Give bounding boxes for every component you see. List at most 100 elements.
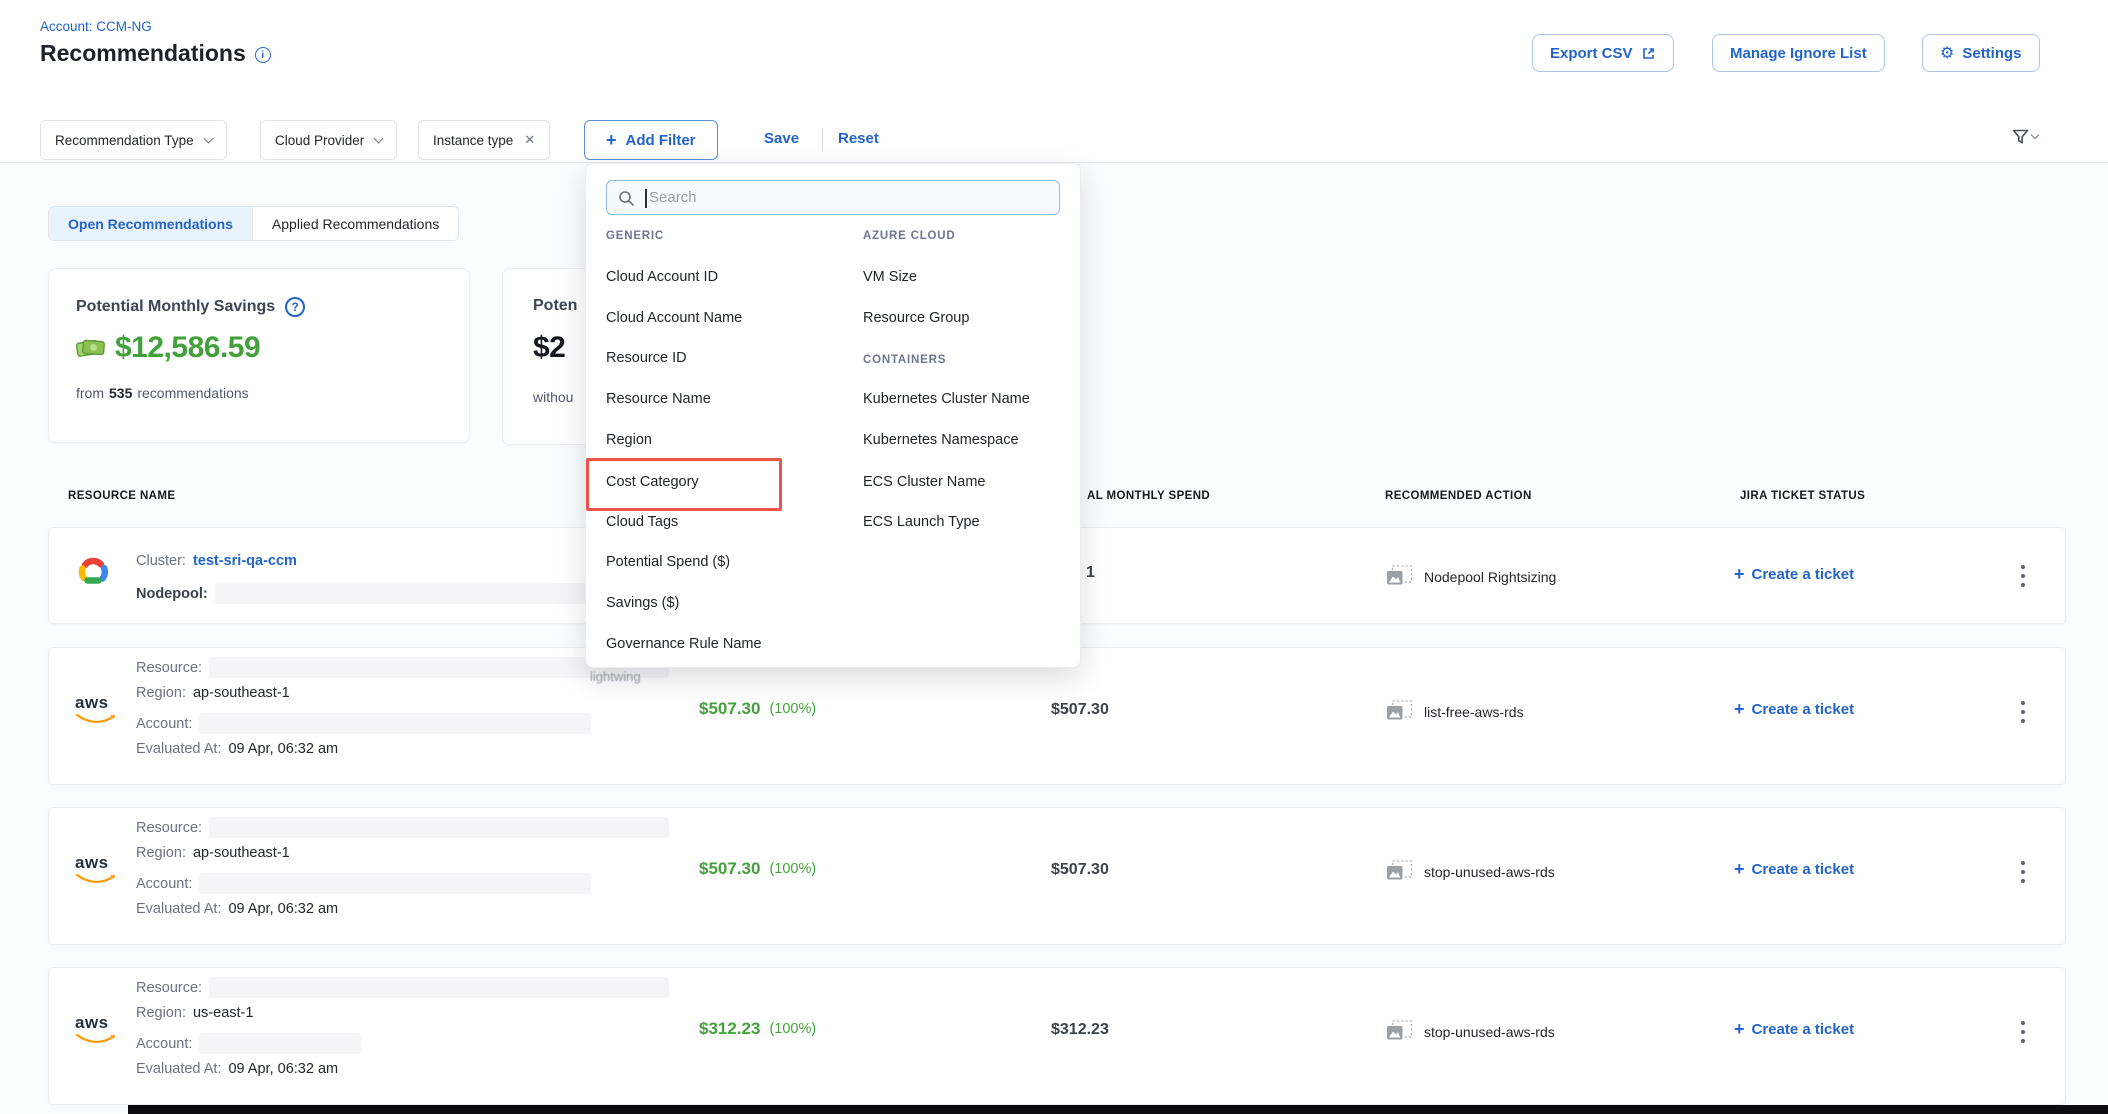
recommended-action-label: list-free-aws-rds bbox=[1424, 704, 1524, 720]
page-title: Recommendations bbox=[40, 40, 246, 67]
monthly-spend-fragment: 1 bbox=[1086, 564, 1095, 582]
filter-funnel-button[interactable] bbox=[2012, 129, 2038, 145]
resource-label: Resource: bbox=[136, 660, 202, 676]
filter-option-governance-rule-name[interactable]: Governance Rule Name bbox=[606, 636, 762, 652]
filter-search bbox=[606, 180, 1060, 215]
export-csv-button[interactable]: Export CSV bbox=[1532, 34, 1674, 72]
plus-icon: + bbox=[1734, 565, 1745, 583]
evaluated-at-value: 09 Apr, 06:32 am bbox=[228, 1061, 338, 1077]
row-menu-kebab[interactable] bbox=[2017, 1014, 2029, 1049]
savings-subtitle-prefix: from bbox=[76, 385, 104, 401]
potential-savings-percent: (100%) bbox=[769, 701, 816, 717]
filter-option-savings[interactable]: Savings ($) bbox=[606, 595, 679, 611]
gcp-icon bbox=[73, 554, 113, 593]
table-row[interactable]: aws Resource: Region: ap-southeast-1 Acc… bbox=[48, 807, 2066, 945]
account-label: Account: bbox=[136, 716, 192, 732]
create-ticket-link[interactable]: + Create a ticket bbox=[1734, 860, 1854, 878]
cluster-label: Cluster: bbox=[136, 553, 186, 569]
annotation-highlight-box bbox=[586, 458, 782, 511]
evaluated-at-value: 09 Apr, 06:32 am bbox=[228, 901, 338, 917]
savings-count: 535 bbox=[109, 385, 132, 401]
chip-label: Recommendation Type bbox=[55, 133, 194, 148]
manage-ignore-list-button[interactable]: Manage Ignore List bbox=[1712, 34, 1885, 72]
redacted-text bbox=[199, 713, 591, 734]
external-link-icon bbox=[1641, 46, 1656, 61]
image-placeholder-icon bbox=[1386, 700, 1413, 723]
column-header-jira-ticket-status: JIRA TICKET STATUS bbox=[1740, 490, 1865, 502]
redacted-text bbox=[199, 873, 591, 894]
gear-icon: ⚙ bbox=[1940, 43, 1954, 63]
filter-option-resource-id[interactable]: Resource ID bbox=[606, 350, 687, 366]
chevron-down-icon bbox=[2031, 131, 2039, 139]
filter-option-potential-spend[interactable]: Potential Spend ($) bbox=[606, 554, 730, 570]
create-ticket-link[interactable]: + Create a ticket bbox=[1734, 565, 1854, 583]
chevron-down-icon bbox=[203, 133, 213, 143]
section-heading-azure-cloud: AZURE CLOUD bbox=[863, 230, 956, 242]
cluster-name-link[interactable]: test-sri-qa-ccm bbox=[193, 553, 297, 569]
create-ticket-link[interactable]: + Create a ticket bbox=[1734, 1020, 1854, 1038]
manage-ignore-list-label: Manage Ignore List bbox=[1730, 45, 1867, 62]
account-label: Account: bbox=[136, 876, 192, 892]
row-menu-kebab[interactable] bbox=[2017, 694, 2029, 729]
column-header-recommended-action: RECOMMENDED ACTION bbox=[1385, 490, 1532, 502]
tab-applied-recommendations[interactable]: Applied Recommendations bbox=[252, 207, 458, 240]
second-card-amount-fragment: $2 bbox=[533, 331, 565, 365]
info-icon[interactable]: i bbox=[255, 47, 271, 63]
tab-open-recommendations[interactable]: Open Recommendations bbox=[49, 207, 252, 240]
filter-option-kubernetes-cluster-name[interactable]: Kubernetes Cluster Name bbox=[863, 391, 1030, 407]
evaluated-at-value: 09 Apr, 06:32 am bbox=[228, 741, 338, 757]
table-row[interactable]: aws Resource: Region: us-east-1 Account:… bbox=[48, 967, 2066, 1105]
filter-option-vm-size[interactable]: VM Size bbox=[863, 269, 917, 285]
create-ticket-link[interactable]: + Create a ticket bbox=[1734, 700, 1854, 718]
redacted-text bbox=[199, 1033, 361, 1054]
create-ticket-label: Create a ticket bbox=[1752, 1021, 1855, 1038]
create-ticket-label: Create a ticket bbox=[1752, 566, 1855, 583]
settings-button[interactable]: ⚙ Settings bbox=[1922, 34, 2040, 72]
region-value: ap-southeast-1 bbox=[193, 845, 290, 861]
divider bbox=[822, 128, 823, 152]
filter-option-cloud-account-name[interactable]: Cloud Account Name bbox=[606, 310, 742, 326]
filter-option-region[interactable]: Region bbox=[606, 432, 652, 448]
second-card-subtitle-fragment: withou bbox=[533, 389, 573, 405]
obscured-text-fragment: lightwing bbox=[590, 669, 641, 684]
create-ticket-label: Create a ticket bbox=[1752, 701, 1855, 718]
evaluated-at-label: Evaluated At: bbox=[136, 901, 221, 917]
save-filter-link[interactable]: Save bbox=[764, 130, 799, 147]
chip-label: Cloud Provider bbox=[275, 133, 364, 148]
aws-icon: aws bbox=[75, 694, 117, 729]
close-icon[interactable]: ✕ bbox=[524, 132, 535, 148]
potential-savings-value: $312.23 bbox=[699, 1019, 760, 1039]
filter-option-kubernetes-namespace[interactable]: Kubernetes Namespace bbox=[863, 432, 1019, 448]
savings-amount: $12,586.59 bbox=[115, 331, 260, 365]
filter-option-ecs-cluster-name[interactable]: ECS Cluster Name bbox=[863, 474, 985, 490]
help-icon[interactable]: ? bbox=[285, 297, 305, 317]
potential-monthly-savings-card: Potential Monthly Savings ? $12,586.59 f… bbox=[48, 268, 470, 443]
potential-savings-value: $507.30 bbox=[699, 699, 760, 719]
search-input[interactable] bbox=[607, 181, 1059, 214]
evaluated-at-label: Evaluated At: bbox=[136, 741, 221, 757]
recommendations-tabs: Open Recommendations Applied Recommendat… bbox=[48, 206, 459, 241]
filter-option-resource-name[interactable]: Resource Name bbox=[606, 391, 711, 407]
bottom-edge-bar bbox=[128, 1105, 2108, 1114]
add-filter-button[interactable]: + Add Filter bbox=[584, 120, 718, 160]
row-menu-kebab[interactable] bbox=[2017, 558, 2029, 593]
account-breadcrumb[interactable]: Account: CCM-NG bbox=[40, 19, 152, 34]
reset-filter-link[interactable]: Reset bbox=[838, 130, 879, 147]
second-card-title-fragment: Poten bbox=[533, 297, 577, 315]
region-label: Region: bbox=[136, 685, 186, 701]
filter-chip-cloud-provider[interactable]: Cloud Provider bbox=[260, 120, 397, 160]
filter-chip-instance-type[interactable]: Instance type ✕ bbox=[418, 120, 550, 160]
filter-option-cloud-tags[interactable]: Cloud Tags bbox=[606, 514, 678, 530]
filter-chip-recommendation-type[interactable]: Recommendation Type bbox=[40, 120, 227, 160]
row-menu-kebab[interactable] bbox=[2017, 854, 2029, 889]
column-header-resource-name: RESOURCE NAME bbox=[68, 490, 175, 502]
savings-subtitle-suffix: recommendations bbox=[137, 385, 248, 401]
filter-option-ecs-launch-type[interactable]: ECS Launch Type bbox=[863, 514, 980, 530]
plus-icon: + bbox=[1734, 1020, 1745, 1038]
region-label: Region: bbox=[136, 845, 186, 861]
filter-option-cloud-account-id[interactable]: Cloud Account ID bbox=[606, 269, 718, 285]
filter-option-resource-group[interactable]: Resource Group bbox=[863, 310, 969, 326]
section-heading-containers: CONTAINERS bbox=[863, 354, 946, 366]
plus-icon: + bbox=[1734, 700, 1745, 718]
plus-icon: + bbox=[1734, 860, 1745, 878]
